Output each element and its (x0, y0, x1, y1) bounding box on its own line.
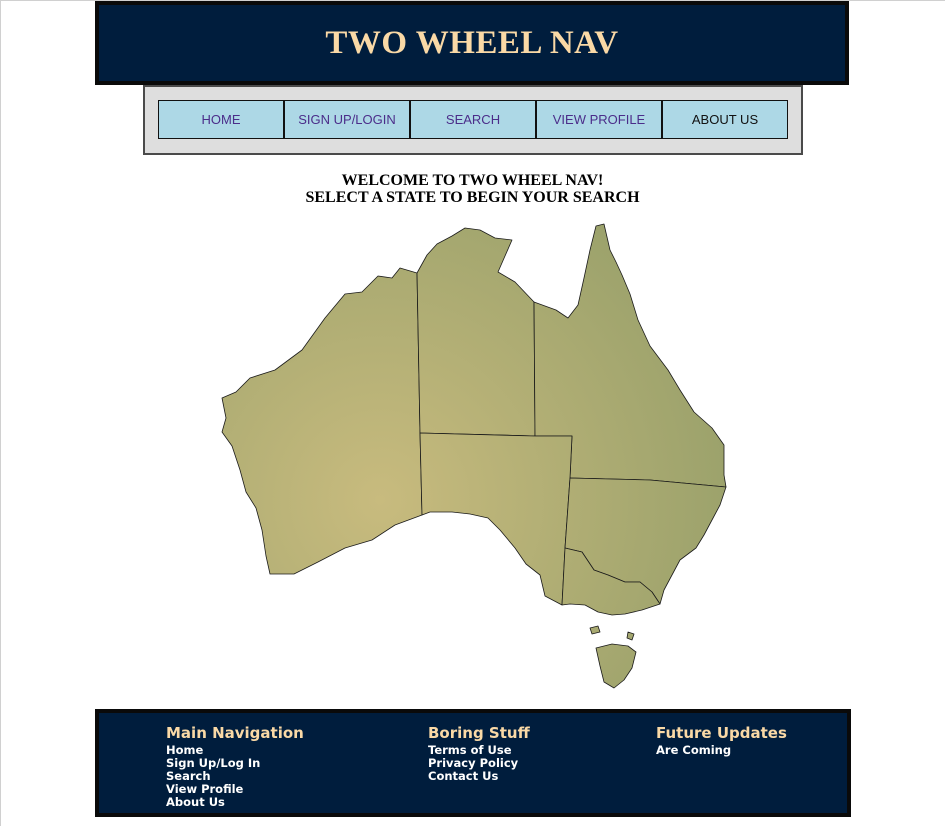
state-northern-territory[interactable] (416, 227, 536, 437)
nav-about-us-button[interactable]: ABOUT US (662, 100, 788, 139)
nav-search-button[interactable]: SEARCH (410, 100, 536, 139)
nav-home-button[interactable]: HOME (158, 100, 284, 139)
footer-link-about-us[interactable]: About Us (166, 796, 304, 809)
site-footer: Main Navigation Home Sign Up/Log In Sear… (95, 709, 851, 817)
footer-heading-future-updates: Future Updates (656, 724, 787, 742)
main-navbar: HOME SIGN UP/LOGIN SEARCH VIEW PROFILE A… (143, 85, 803, 155)
footer-col-boring-stuff: Boring Stuff Terms of Use Privacy Policy… (428, 724, 530, 783)
footer-col-main-navigation: Main Navigation Home Sign Up/Log In Sear… (166, 724, 304, 809)
welcome-line-1: WELCOME TO TWO WHEEL NAV! (341, 172, 604, 189)
island-flinders (626, 631, 635, 641)
nav-button-row: HOME SIGN UP/LOGIN SEARCH VIEW PROFILE A… (158, 100, 788, 139)
australia-map (205, 215, 740, 695)
australia-map-svg (221, 223, 727, 689)
state-western-australia[interactable] (221, 267, 423, 575)
footer-link-contact[interactable]: Contact Us (428, 770, 530, 783)
page-left-edge (0, 0, 1, 826)
footer-heading-boring-stuff: Boring Stuff (428, 724, 530, 742)
footer-heading-main-navigation: Main Navigation (166, 724, 304, 742)
welcome-message: WELCOME TO TWO WHEEL NAV! SELECT A STATE… (0, 172, 945, 206)
footer-link-are-coming[interactable]: Are Coming (656, 744, 787, 757)
footer-col-future-updates: Future Updates Are Coming (656, 724, 787, 757)
state-south-australia[interactable] (419, 432, 573, 606)
welcome-line-2: SELECT A STATE TO BEGIN YOUR SEARCH (305, 189, 640, 206)
state-tasmania[interactable] (595, 643, 637, 689)
nav-view-profile-button[interactable]: VIEW PROFILE (536, 100, 662, 139)
island-kangaroo (589, 625, 601, 635)
site-header: TWO WHEEL NAV (95, 1, 849, 85)
nav-signup-login-button[interactable]: SIGN UP/LOGIN (284, 100, 410, 139)
site-title: TWO WHEEL NAV (325, 24, 619, 61)
